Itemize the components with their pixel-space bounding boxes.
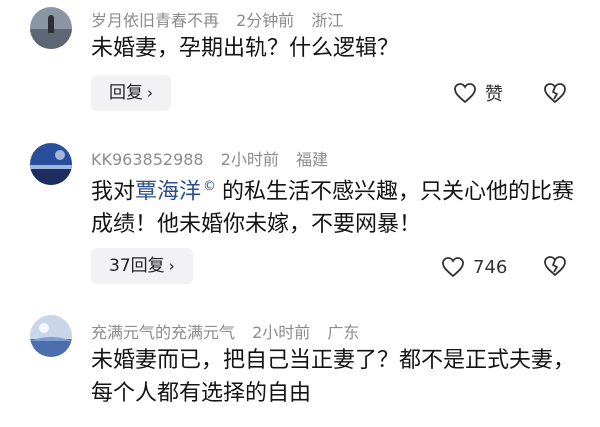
username[interactable]: KK963852988 [91, 150, 204, 169]
username[interactable]: 岁月依旧青春不再 [91, 11, 219, 30]
comment-location: 福建 [295, 150, 328, 169]
comment-text-start: 我对 [91, 179, 136, 205]
avatar-image [30, 315, 72, 357]
comment-text: 未婚妻，孕期出轨？什么逻辑？ [91, 36, 400, 61]
comment-meta: 岁月依旧青春不再 2分钟前 浙江 [91, 7, 355, 31]
reply-label: 37回复 [109, 256, 165, 276]
comment-text: 未婚妻而已，把自己当正妻了？都不是正式夫妻，每个人都有选择的自由 [91, 348, 576, 406]
avatar-image [30, 7, 72, 49]
like-button[interactable]: 赞 [453, 78, 503, 108]
comment-meta: KK963852988 2小时前 福建 [91, 146, 340, 170]
comment-location: 广东 [327, 323, 360, 342]
mention-link[interactable]: 覃海洋 [135, 179, 201, 204]
dislike-button[interactable] [542, 81, 568, 109]
comment-time: 2分钟前 [236, 11, 295, 30]
like-count: 746 [473, 256, 508, 278]
reply-button[interactable]: 回复 › [91, 75, 171, 111]
like-button[interactable]: 746 [441, 252, 507, 282]
dislike-button[interactable] [542, 254, 568, 282]
comment-text: 我对覃海洋 © 的私生活不感兴趣，只关心他的比赛成绩！他未婚你未嫁，不要网暴！ [91, 170, 581, 241]
avatar-image [30, 143, 72, 185]
reply-button[interactable]: 37回复 › [91, 248, 193, 284]
like-label: 赞 [485, 84, 503, 105]
heart-outline-icon [454, 83, 476, 104]
chevron-right-icon: › [168, 257, 175, 275]
mention-mark: © [203, 179, 217, 194]
reply-label: 回复 [109, 83, 143, 103]
chevron-right-icon: › [147, 84, 153, 102]
comment-time: 2小时前 [252, 323, 311, 342]
heart-outline-icon [442, 257, 464, 278]
avatar[interactable] [30, 7, 72, 49]
comment-location: 浙江 [311, 11, 344, 30]
username[interactable]: 充满元气的充满元气 [91, 323, 235, 342]
comment-meta: 充满元气的充满元气 2小时前 广东 [91, 319, 371, 343]
broken-heart-icon [544, 83, 566, 104]
comment-time: 2小时前 [220, 150, 279, 169]
broken-heart-icon [544, 256, 566, 277]
avatar[interactable] [30, 143, 72, 185]
avatar[interactable] [30, 315, 72, 357]
